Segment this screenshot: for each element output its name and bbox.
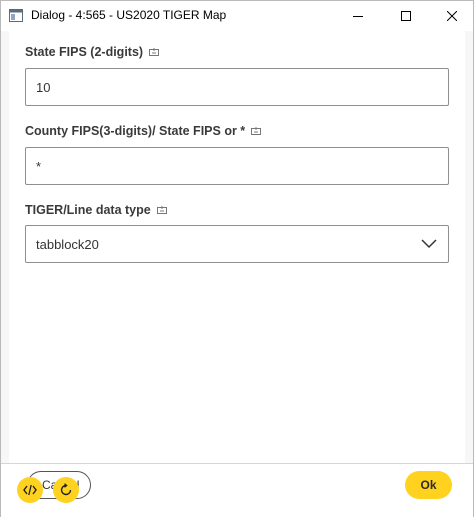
close-button[interactable] <box>429 1 474 31</box>
title-bar[interactable]: Dialog - 4:565 - US2020 TIGER Map <box>1 1 473 31</box>
info-icon[interactable] <box>149 47 160 57</box>
county-fips-label: County FIPS(3-digits)/ State FIPS or * <box>25 124 262 138</box>
ok-button[interactable]: Ok <box>405 471 452 499</box>
county-fips-input[interactable] <box>25 147 449 185</box>
data-type-label: TIGER/Line data type <box>25 203 167 217</box>
maximize-button[interactable] <box>383 1 429 31</box>
county-fips-label-text: County FIPS(3-digits)/ State FIPS or * <box>25 124 246 138</box>
state-fips-label: State FIPS (2-digits) <box>25 45 160 59</box>
data-type-select[interactable]: tabblock20 <box>25 225 449 263</box>
refresh-button[interactable] <box>53 477 79 503</box>
refresh-icon <box>60 483 72 496</box>
dialog-footer: Cancel Ok <box>1 463 473 517</box>
data-type-label-text: TIGER/Line data type <box>25 203 151 217</box>
maximize-icon <box>401 11 411 21</box>
minimize-button[interactable] <box>335 1 381 31</box>
info-icon[interactable] <box>251 126 262 136</box>
dialog-window: Dialog - 4:565 - US2020 TIGER Map State … <box>0 0 474 517</box>
code-view-button[interactable] <box>17 477 43 503</box>
state-fips-label-text: State FIPS (2-digits) <box>25 45 144 59</box>
chevron-down-icon <box>421 239 437 249</box>
close-icon <box>447 11 457 21</box>
window-app-icon <box>9 9 23 22</box>
code-icon <box>23 484 37 496</box>
state-fips-input[interactable] <box>25 68 449 106</box>
info-icon[interactable] <box>156 205 167 215</box>
window-title: Dialog - 4:565 - US2020 TIGER Map <box>31 8 227 22</box>
dialog-content: State FIPS (2-digits) County FIPS(3-digi… <box>1 31 473 463</box>
form-panel: State FIPS (2-digits) County FIPS(3-digi… <box>9 31 465 463</box>
data-type-selected-value: tabblock20 <box>36 237 99 252</box>
minimize-icon <box>353 16 363 17</box>
